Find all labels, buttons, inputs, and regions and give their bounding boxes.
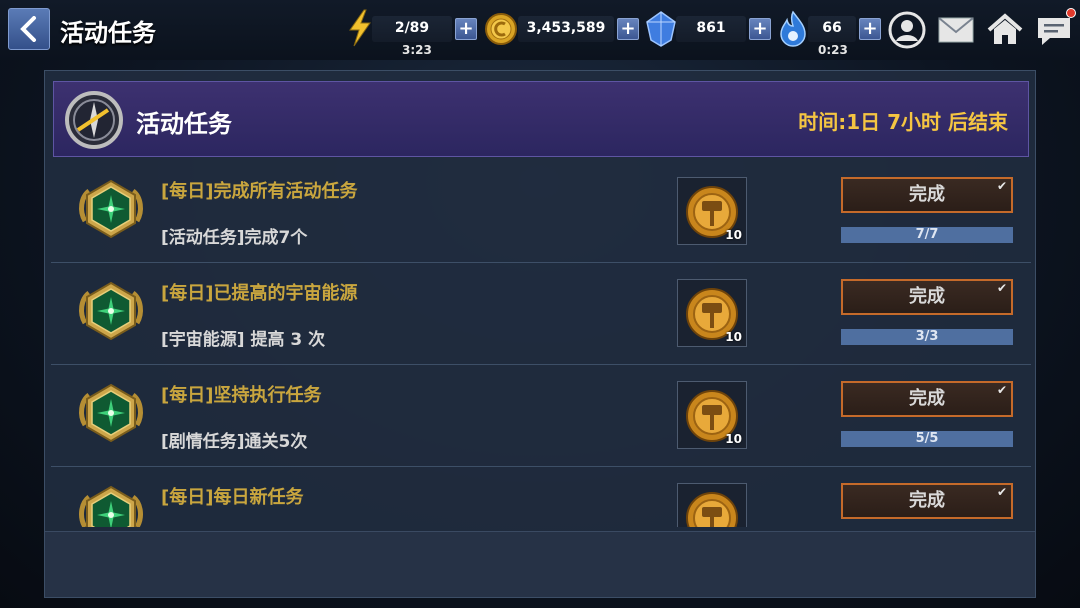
- chevron-left-icon: [20, 16, 36, 42]
- top-bar: 活动任务 2/89 3:23 + 3,453,589 + 861 + 66 0:…: [0, 0, 1080, 60]
- complete-button[interactable]: 完成 ✔: [841, 381, 1013, 417]
- panel-header: 活动任务 时间:1日 7小时 后结束: [53, 81, 1029, 157]
- crystal-counter: 861: [676, 16, 746, 42]
- gold-coin-icon: [485, 13, 517, 45]
- progress-text: 3/3: [915, 329, 939, 344]
- task-row: [每日]每日新任务 完成 ✔: [51, 467, 1031, 527]
- notification-dot: [1066, 8, 1076, 18]
- gold-value: 3,453,589: [526, 20, 606, 36]
- gold-counter: 3,453,589: [518, 16, 614, 42]
- mail-icon[interactable]: [936, 10, 976, 50]
- task-medal-icon: [75, 483, 147, 527]
- reward-quantity: 10: [725, 432, 742, 446]
- panel-footer: [45, 531, 1035, 597]
- reward-slot[interactable]: 10: [677, 381, 747, 449]
- panel-title: 活动任务: [136, 110, 232, 138]
- task-progress-bar: 7/7: [841, 227, 1013, 243]
- task-progress-bar: 5/5: [841, 431, 1013, 447]
- progress-text: 7/7: [915, 227, 939, 242]
- add-crystal-button[interactable]: +: [749, 18, 771, 40]
- task-description: [活动任务]完成7个: [161, 228, 308, 248]
- stamina-timer: 0:23: [818, 43, 848, 57]
- add-gold-button[interactable]: +: [617, 18, 639, 40]
- compass-emblem-icon: [65, 91, 123, 149]
- task-description: [剧情任务]通关5次: [161, 432, 308, 452]
- complete-button-label: 完成: [909, 490, 945, 511]
- event-panel: 活动任务 时间:1日 7小时 后结束 [每日]完成所有活动任务 [活动任务]完成…: [44, 70, 1036, 598]
- reward-quantity: 10: [725, 330, 742, 344]
- complete-button[interactable]: 完成 ✔: [841, 279, 1013, 315]
- progress-text: 5/5: [915, 431, 939, 446]
- checkmark-icon: ✔: [996, 281, 1007, 295]
- back-button[interactable]: [8, 8, 50, 50]
- screen-title: 活动任务: [60, 19, 156, 47]
- add-energy-button[interactable]: +: [455, 18, 477, 40]
- home-icon[interactable]: [985, 10, 1025, 50]
- checkmark-icon: ✔: [996, 485, 1007, 499]
- reward-quantity: 10: [725, 228, 742, 242]
- blue-crystal-icon: [646, 11, 676, 47]
- checkmark-icon: ✔: [996, 179, 1007, 193]
- task-progress-bar: 3/3: [841, 329, 1013, 345]
- task-row: [每日]坚持执行任务 [剧情任务]通关5次 10 完成 ✔ 5/5: [51, 365, 1031, 467]
- complete-button[interactable]: 完成 ✔: [841, 177, 1013, 213]
- complete-button-label: 完成: [909, 388, 945, 409]
- complete-button[interactable]: 完成 ✔: [841, 483, 1013, 519]
- task-title: [每日]每日新任务: [161, 487, 304, 508]
- event-time-remaining: 时间:1日 7小时 后结束: [798, 110, 1008, 134]
- task-medal-icon: [75, 381, 147, 453]
- complete-button-label: 完成: [909, 184, 945, 205]
- task-medal-icon: [75, 177, 147, 249]
- add-stamina-button[interactable]: +: [859, 18, 881, 40]
- reward-slot[interactable]: [677, 483, 747, 527]
- task-description: [宇宙能源] 提高 3 次: [161, 330, 326, 350]
- task-row: [每日]已提高的宇宙能源 [宇宙能源] 提高 3 次 10 完成 ✔ 3/3: [51, 263, 1031, 365]
- complete-button-label: 完成: [909, 286, 945, 307]
- task-title: [每日]坚持执行任务: [161, 385, 322, 406]
- task-list[interactable]: [每日]完成所有活动任务 [活动任务]完成7个 10 完成 ✔ 7/7 [每日]…: [51, 161, 1031, 527]
- task-title: [每日]已提高的宇宙能源: [161, 283, 358, 304]
- task-medal-icon: [75, 279, 147, 351]
- crystal-value: 861: [696, 20, 726, 36]
- energy-timer: 3:23: [402, 43, 432, 57]
- profile-icon[interactable]: [887, 10, 927, 50]
- reward-slot[interactable]: 10: [677, 279, 747, 347]
- checkmark-icon: ✔: [996, 383, 1007, 397]
- blue-flame-icon: [780, 10, 806, 47]
- task-row: [每日]完成所有活动任务 [活动任务]完成7个 10 完成 ✔ 7/7: [51, 161, 1031, 263]
- reward-slot[interactable]: 10: [677, 177, 747, 245]
- task-title: [每日]完成所有活动任务: [161, 181, 358, 202]
